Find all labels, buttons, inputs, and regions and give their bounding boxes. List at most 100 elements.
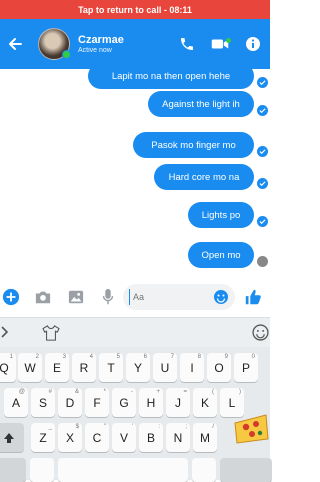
key-sub-label: =: [183, 389, 187, 395]
message-input[interactable]: [133, 292, 203, 302]
key-n[interactable]: N;: [166, 423, 190, 452]
period-key[interactable]: [192, 458, 216, 482]
key-label: O: [214, 360, 224, 375]
online-status-dot: [62, 50, 71, 59]
back-arrow-icon[interactable]: [4, 33, 26, 55]
key-label: H: [146, 395, 156, 410]
key-o[interactable]: O9: [207, 353, 231, 382]
delivered-check-icon: [257, 146, 268, 157]
chat-header: Czarmae Active now: [0, 19, 270, 69]
key-sub-label: _: [48, 424, 52, 430]
message-bubble[interactable]: Pasok mo finger mo: [133, 132, 254, 158]
key-label: D: [65, 395, 75, 410]
sticker-icon[interactable]: [232, 409, 270, 445]
phone-call-icon[interactable]: [176, 33, 198, 55]
key-label: M: [200, 430, 210, 445]
enter-key[interactable]: [220, 458, 272, 482]
key-label: J: [175, 395, 181, 410]
shirt-theme-icon[interactable]: [42, 325, 60, 346]
symbols-key[interactable]: [0, 458, 26, 482]
key-sub-label: #: [48, 389, 52, 395]
key-sub-label: -: [131, 389, 133, 395]
key-g[interactable]: G-: [112, 388, 136, 417]
key-sub-label: ': [131, 424, 133, 430]
key-label: W: [24, 360, 36, 375]
key-label: E: [52, 360, 61, 375]
key-label: I: [190, 360, 194, 375]
camera-icon[interactable]: [33, 287, 53, 307]
gallery-icon[interactable]: [66, 287, 86, 307]
key-s[interactable]: S #: [31, 388, 55, 417]
emoji-keyboard-icon[interactable]: [252, 324, 269, 346]
key-e[interactable]: E3: [45, 353, 69, 382]
keyboard-menu-icon[interactable]: [0, 325, 10, 344]
key-c[interactable]: C ": [85, 423, 109, 452]
contact-name: Czarmae: [78, 34, 124, 46]
key-f[interactable]: F *: [85, 388, 109, 417]
key-label: A: [11, 395, 20, 410]
key-sub-label: 6: [143, 354, 147, 360]
video-active-dot: [226, 38, 231, 43]
message-bubble[interactable]: Open mo: [188, 242, 254, 268]
key-p[interactable]: P0: [234, 353, 258, 382]
key-label: F: [93, 395, 101, 410]
key-w[interactable]: W2: [18, 353, 42, 382]
key-label: Q: [0, 360, 9, 375]
key-label: G: [119, 395, 129, 410]
key-sub-label: ): [239, 389, 241, 395]
key-i[interactable]: I8: [180, 353, 204, 382]
key-label: S: [38, 395, 47, 410]
key-sub-label: 5: [116, 354, 120, 360]
key-d[interactable]: D &: [58, 388, 82, 417]
like-thumb-icon[interactable]: [243, 287, 263, 307]
key-label: U: [160, 360, 170, 375]
contact-avatar[interactable]: [38, 28, 71, 60]
plus-icon[interactable]: [1, 287, 21, 307]
message-composer: [0, 282, 270, 312]
message-input-box[interactable]: [123, 284, 235, 310]
message-row: Pasok mo finger mo: [0, 132, 270, 158]
key-u[interactable]: U7: [153, 353, 177, 382]
key-sub-label: 8: [197, 354, 201, 360]
key-sub-label: 4: [89, 354, 93, 360]
message-bubble[interactable]: Against the light ih: [148, 91, 254, 117]
key-x[interactable]: X $: [58, 423, 82, 452]
message-bubble[interactable]: Hard core mo na: [154, 164, 254, 190]
key-b[interactable]: B:: [139, 423, 163, 452]
message-bubble[interactable]: Lapit mo na then open hehe: [88, 69, 254, 89]
comma-key[interactable]: [30, 458, 54, 482]
key-sub-label: (: [212, 389, 214, 395]
key-q[interactable]: Q1: [0, 353, 16, 382]
microphone-icon[interactable]: [98, 287, 118, 307]
key-sub-label: @: [18, 389, 25, 395]
key-h[interactable]: H +: [139, 388, 163, 417]
key-label: Y: [133, 360, 142, 375]
info-icon[interactable]: [242, 33, 264, 55]
key-sub-label: +: [156, 389, 160, 395]
shift-key[interactable]: [0, 423, 24, 452]
key-v[interactable]: V ': [112, 423, 136, 452]
message-row: Open mo: [0, 242, 270, 268]
contact-title[interactable]: Czarmae Active now: [78, 34, 176, 54]
key-r[interactable]: R4: [72, 353, 96, 382]
key-sub-label: /: [212, 424, 214, 430]
key-t[interactable]: T5: [99, 353, 123, 382]
message-list[interactable]: Lapit mo na then open hehe Against the l…: [0, 69, 270, 275]
key-sub-label: 3: [62, 354, 66, 360]
key-label: B: [146, 430, 155, 445]
key-z[interactable]: Z _: [31, 423, 55, 452]
key-sub-label: 9: [224, 354, 228, 360]
key-y[interactable]: Y6: [126, 353, 150, 382]
space-bar[interactable]: [58, 458, 188, 482]
emoji-icon[interactable]: [213, 289, 229, 310]
key-label: Z: [39, 430, 47, 445]
text-cursor: [129, 289, 130, 305]
key-m[interactable]: M /: [193, 423, 217, 452]
key-j[interactable]: J =: [166, 388, 190, 417]
video-call-icon[interactable]: [209, 33, 231, 55]
key-a[interactable]: A @: [4, 388, 28, 417]
message-bubble[interactable]: Lights po: [188, 202, 254, 228]
key-label: V: [119, 430, 128, 445]
key-k[interactable]: K(: [193, 388, 217, 417]
return-to-call-banner[interactable]: Tap to return to call - 08:11: [0, 0, 270, 19]
